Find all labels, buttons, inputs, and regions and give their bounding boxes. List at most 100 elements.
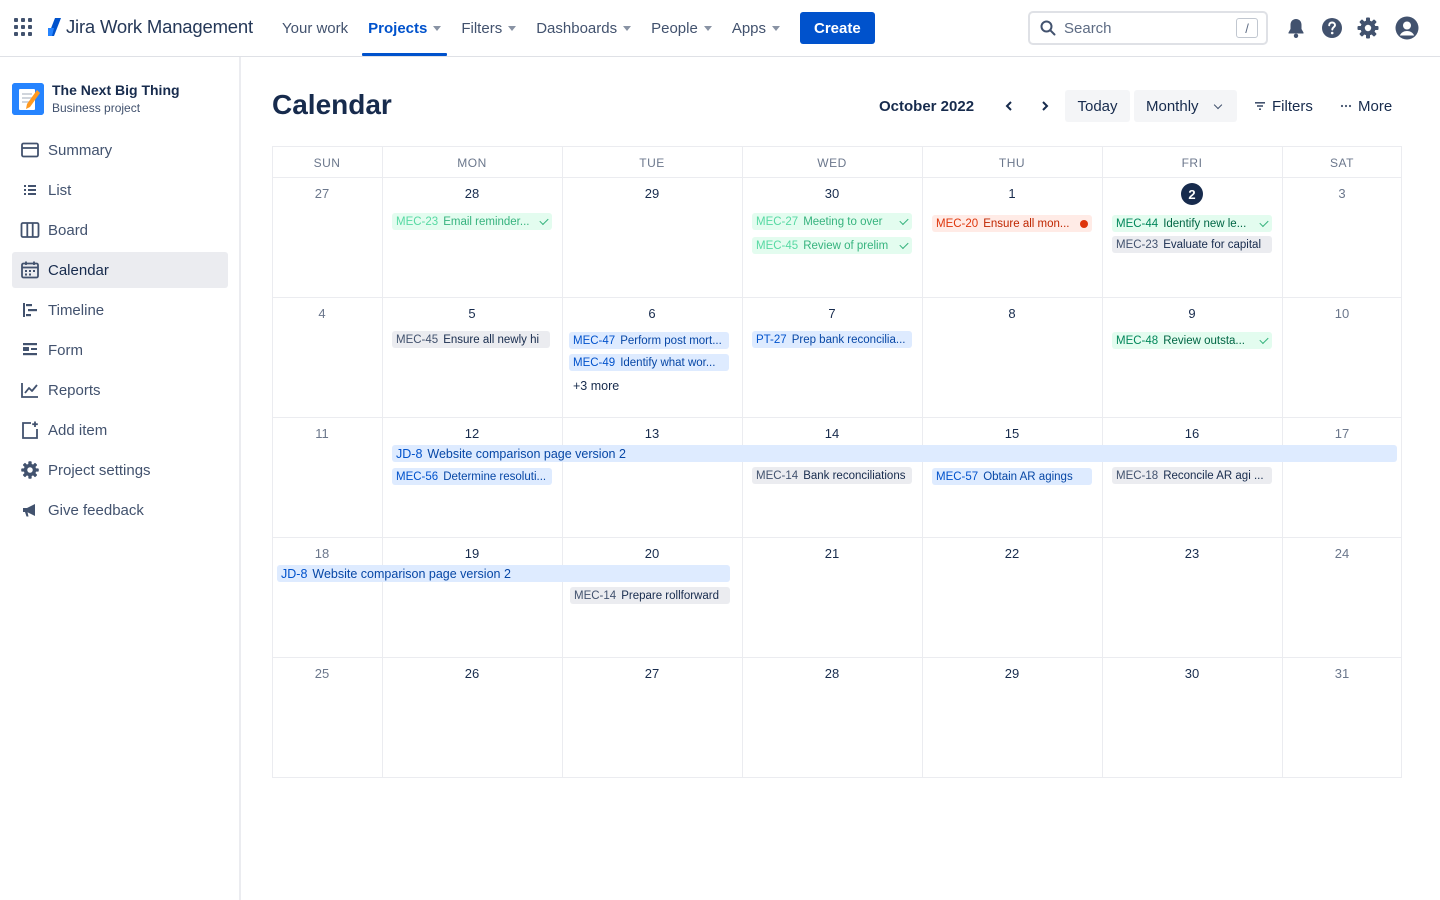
calendar-event[interactable]: MEC-18 Reconcile AR agi ... xyxy=(1112,467,1272,484)
app-switcher-icon[interactable] xyxy=(14,18,34,38)
day-number[interactable]: 3 xyxy=(1322,186,1362,201)
calendar-event[interactable]: MEC-23 Evaluate for capital xyxy=(1112,236,1272,253)
sidebar-item-list[interactable]: List xyxy=(12,172,228,208)
more-button[interactable]: More xyxy=(1340,90,1400,122)
sidebar-item-board[interactable]: Board xyxy=(12,212,228,248)
day-number[interactable]: 25 xyxy=(302,666,342,681)
sidebar-item-label: Calendar xyxy=(48,261,109,279)
day-number[interactable]: 29 xyxy=(992,666,1032,681)
calendar-event[interactable]: MEC-23 Email reminder... xyxy=(392,213,552,230)
day-number[interactable]: 30 xyxy=(812,186,852,201)
nav-your-work[interactable]: Your work xyxy=(272,0,358,56)
calendar-event[interactable]: MEC-44 Identify new le... xyxy=(1112,215,1272,232)
day-number[interactable]: 28 xyxy=(812,666,852,681)
nav-apps-label: Apps xyxy=(731,19,767,37)
sidebar-item-label: Add item xyxy=(48,421,108,439)
day-number[interactable]: 23 xyxy=(1172,546,1212,561)
day-number[interactable]: 19 xyxy=(452,546,492,561)
day-number[interactable]: 22 xyxy=(992,546,1032,561)
product-logo[interactable]: Jira Work Management xyxy=(46,16,253,38)
calendar-event[interactable]: MEC-45 Ensure all newly hi xyxy=(392,331,550,348)
day-number[interactable]: 1 xyxy=(992,186,1032,201)
product-name: Jira Work Management xyxy=(66,16,253,37)
settings-icon[interactable] xyxy=(1356,16,1380,40)
calendar-event[interactable]: MEC-14 Bank reconciliations xyxy=(752,467,912,484)
day-number[interactable]: 8 xyxy=(992,306,1032,321)
day-number[interactable]: 31 xyxy=(1322,666,1362,681)
day-number[interactable]: 20 xyxy=(632,546,672,561)
page-title: Calendar xyxy=(272,89,392,120)
chevron-down-icon xyxy=(508,25,517,31)
sidebar-item-add-item[interactable]: Add item xyxy=(12,412,228,448)
calendar-event[interactable]: MEC-57 Obtain AR agings xyxy=(932,468,1092,485)
show-more-link[interactable]: +3 more xyxy=(573,379,619,393)
view-select[interactable]: Monthly xyxy=(1134,90,1237,122)
calendar-event[interactable]: MEC-14 Prepare rollforward xyxy=(570,587,730,604)
filter-icon xyxy=(1255,102,1265,110)
calendar-event[interactable]: MEC-56 Determine resoluti... xyxy=(392,468,552,485)
calendar-event[interactable]: MEC-45 Review of prelim xyxy=(752,237,912,254)
calendar-event-multiday[interactable]: JD-8 Website comparison page version 2 xyxy=(277,565,730,582)
calendar-event[interactable]: MEC-20 Ensure all mon... xyxy=(932,215,1092,232)
sidebar-item-give-feedback[interactable]: Give feedback xyxy=(12,492,228,528)
event-summary: Ensure all newly hi xyxy=(443,333,540,346)
project-header[interactable]: The Next Big Thing Business project xyxy=(12,82,180,115)
today-button[interactable]: Today xyxy=(1065,90,1130,122)
day-number[interactable]: 10 xyxy=(1322,306,1362,321)
sidebar-item-project-settings[interactable]: Project settings xyxy=(12,452,228,488)
calendar-event[interactable]: PT-27 Prep bank reconcilia... xyxy=(752,331,912,348)
day-number[interactable]: 27 xyxy=(632,666,672,681)
next-month-button[interactable] xyxy=(1032,94,1058,118)
day-number[interactable]: 9 xyxy=(1172,306,1212,321)
calendar-event[interactable]: MEC-48 Review outsta... xyxy=(1112,332,1272,349)
day-number[interactable]: 11 xyxy=(302,426,342,441)
create-button[interactable]: Create xyxy=(800,12,875,44)
bell-icon[interactable] xyxy=(1284,16,1308,40)
day-number[interactable]: 12 xyxy=(452,426,492,441)
day-number[interactable]: 26 xyxy=(452,666,492,681)
sidebar-item-timeline[interactable]: Timeline xyxy=(12,292,228,328)
sidebar-item-form[interactable]: Form xyxy=(12,332,228,368)
day-number[interactable]: 7 xyxy=(812,306,852,321)
sidebar-item-reports[interactable]: Reports xyxy=(12,372,228,408)
calendar-event-multiday[interactable]: JD-8 Website comparison page version 2 xyxy=(392,445,1397,462)
chevron-down-icon xyxy=(1213,100,1222,109)
day-number[interactable]: 5 xyxy=(452,306,492,321)
sidebar-item-summary[interactable]: Summary xyxy=(12,132,228,168)
nav-people[interactable]: People xyxy=(641,0,722,56)
search-input[interactable]: Search / xyxy=(1028,11,1268,45)
calendar-event[interactable]: MEC-47 Perform post mort... xyxy=(569,332,729,349)
day-number[interactable]: 17 xyxy=(1322,426,1362,441)
day-number[interactable]: 16 xyxy=(1172,426,1212,441)
day-number[interactable]: 6 xyxy=(632,306,672,321)
nav-dashboards[interactable]: Dashboards xyxy=(526,0,641,56)
day-number[interactable]: 28 xyxy=(452,186,492,201)
nav-apps[interactable]: Apps xyxy=(722,0,790,56)
day-number[interactable]: 18 xyxy=(302,546,342,561)
today-day-number[interactable]: 2 xyxy=(1181,183,1203,205)
day-number[interactable]: 4 xyxy=(302,306,342,321)
event-summary: Email reminder... xyxy=(443,215,530,228)
profile-icon[interactable] xyxy=(1395,16,1419,40)
project-name: The Next Big Thing xyxy=(52,82,180,98)
nav-filters[interactable]: Filters xyxy=(451,0,526,56)
calendar-event[interactable]: MEC-27 Meeting to over xyxy=(752,213,912,230)
help-icon[interactable] xyxy=(1320,16,1344,40)
nav-projects[interactable]: Projects xyxy=(358,0,451,56)
day-number[interactable]: 14 xyxy=(812,426,852,441)
grid-line xyxy=(1282,146,1283,778)
sidebar-item-calendar[interactable]: Calendar xyxy=(12,252,228,288)
project-sidebar: The Next Big Thing Business project Summ… xyxy=(0,57,241,900)
day-number[interactable]: 13 xyxy=(632,426,672,441)
day-number[interactable]: 29 xyxy=(632,186,672,201)
event-summary: Meeting to over xyxy=(803,215,883,228)
sidebar-item-label: Give feedback xyxy=(48,501,144,519)
filters-button[interactable]: Filters xyxy=(1254,90,1326,122)
calendar-event[interactable]: MEC-49 Identify what wor... xyxy=(569,354,729,371)
day-number[interactable]: 30 xyxy=(1172,666,1212,681)
day-number[interactable]: 24 xyxy=(1322,546,1362,561)
day-number[interactable]: 15 xyxy=(992,426,1032,441)
day-number[interactable]: 21 xyxy=(812,546,852,561)
day-number[interactable]: 27 xyxy=(302,186,342,201)
previous-month-button[interactable] xyxy=(996,94,1022,118)
